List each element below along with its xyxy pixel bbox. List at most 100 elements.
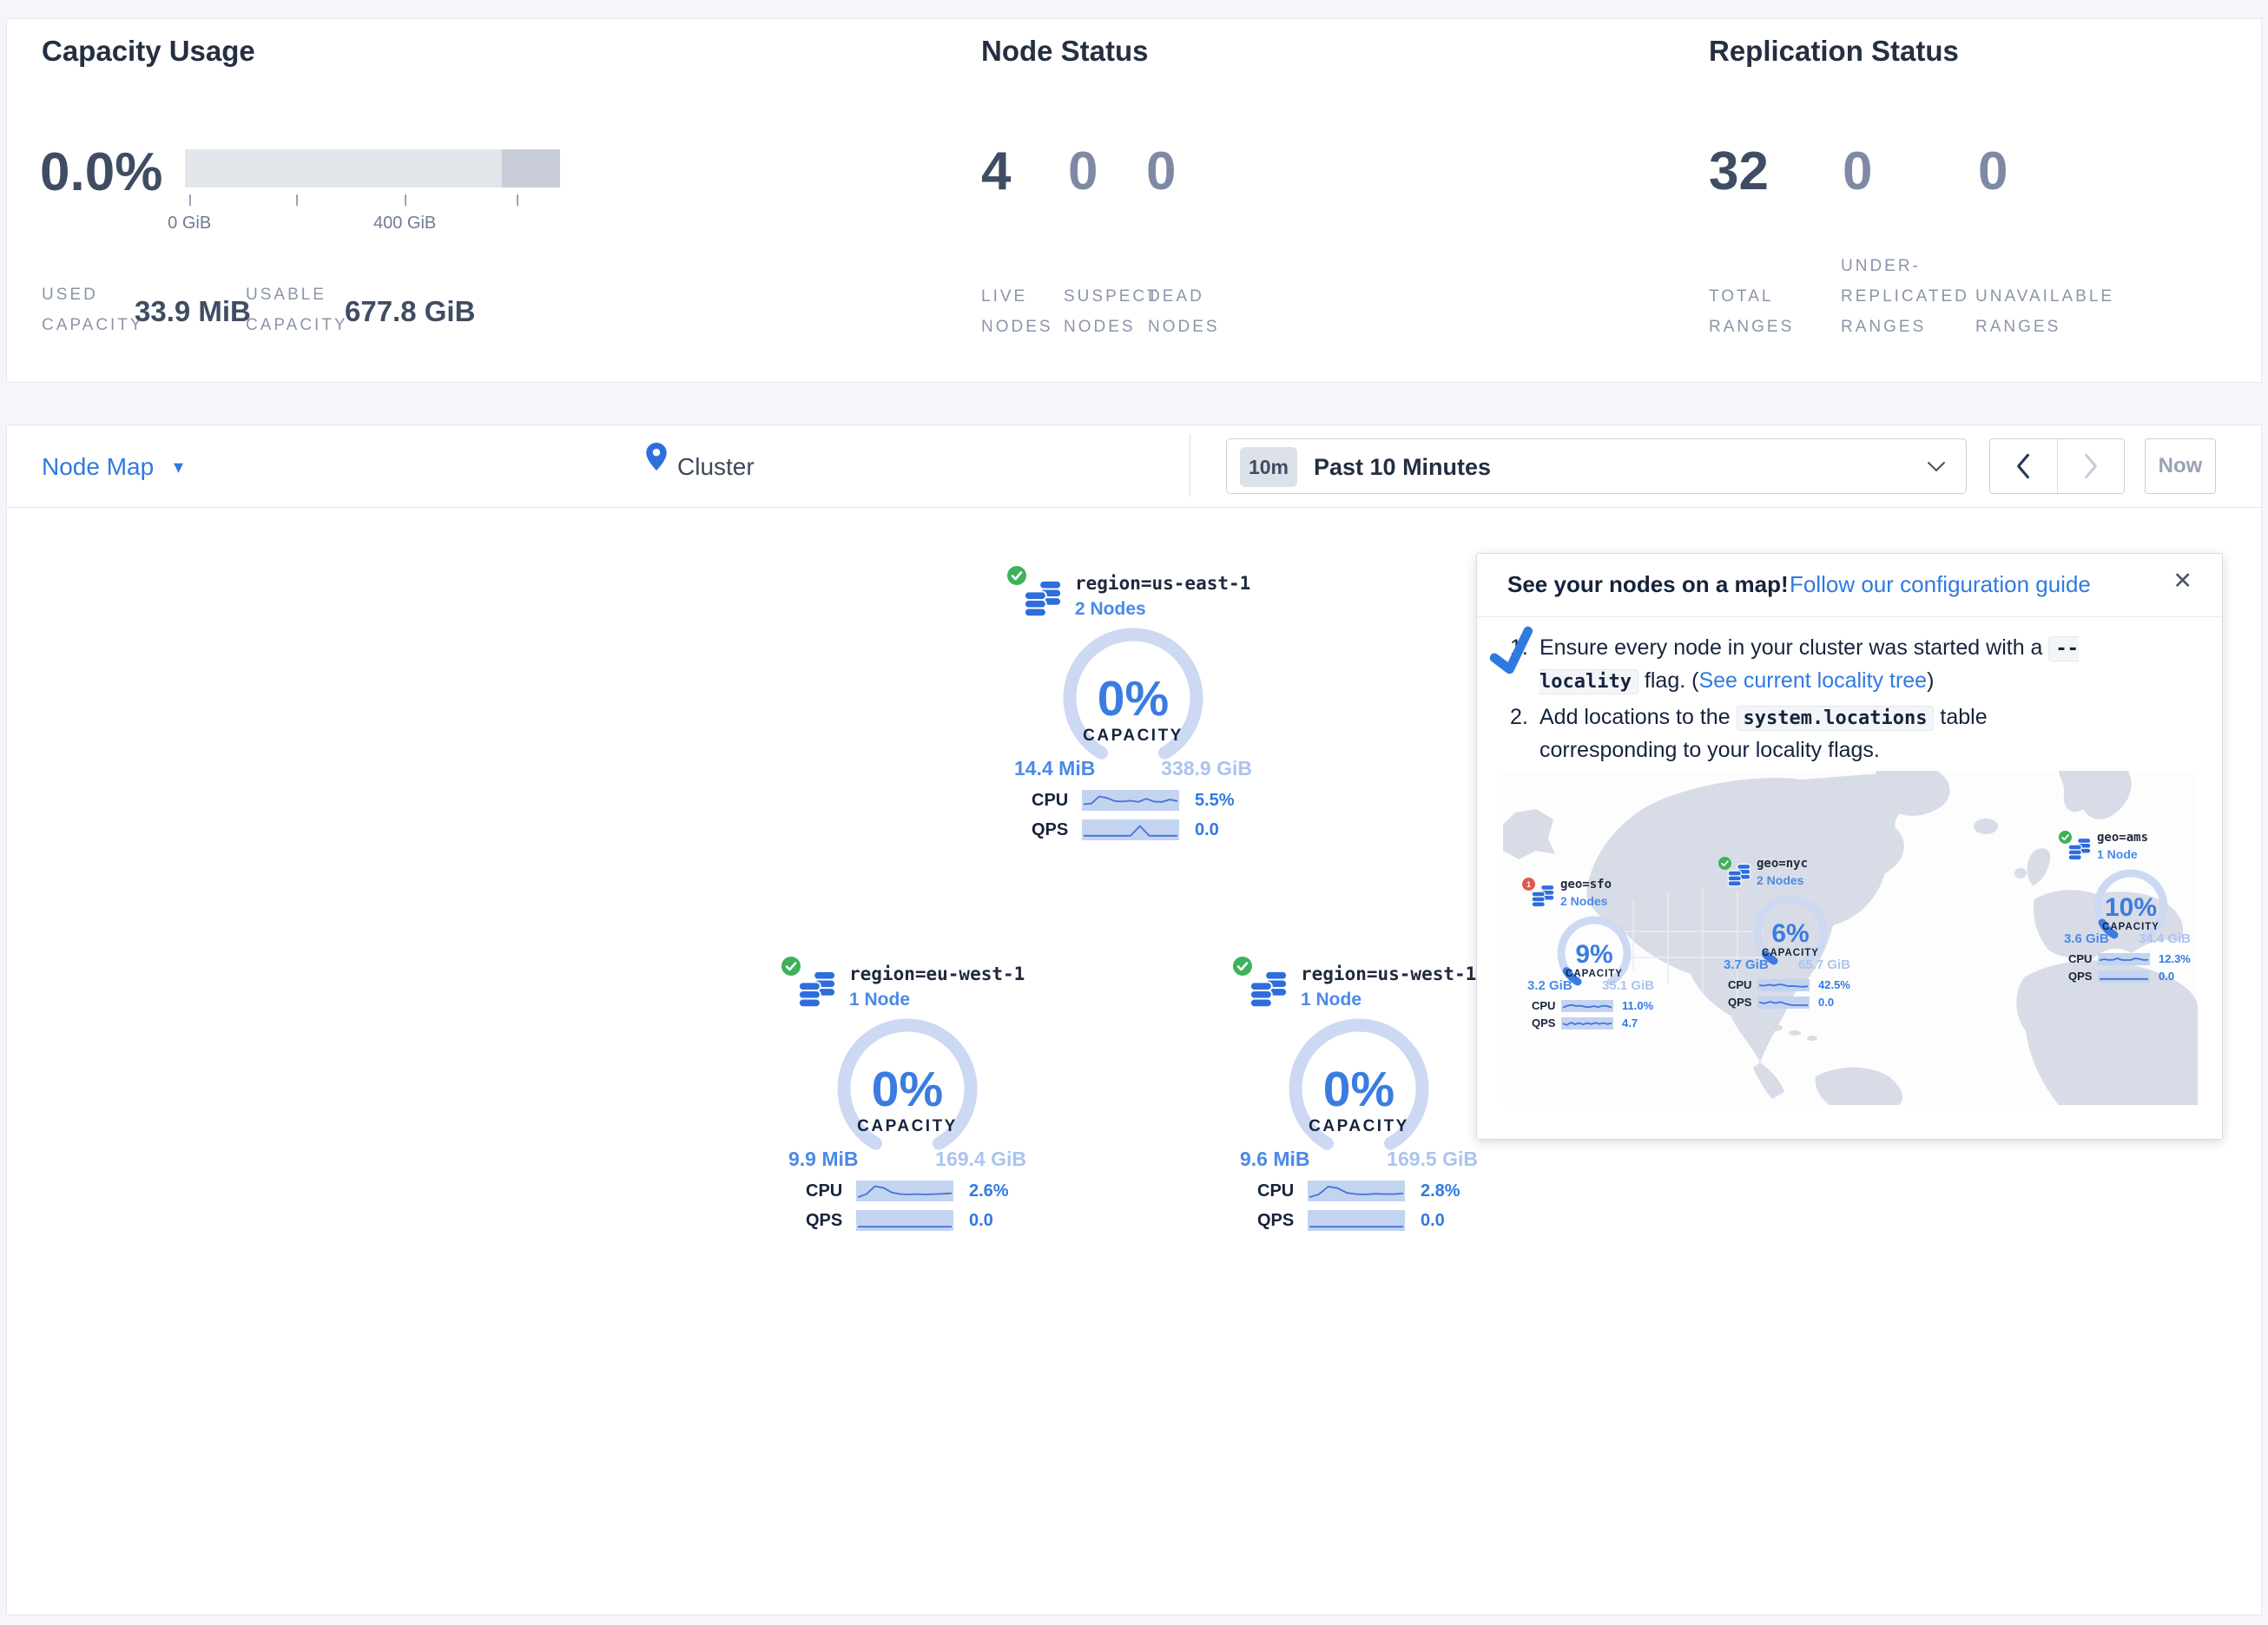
node-count[interactable]: 2 Nodes bbox=[1075, 599, 1146, 620]
capacity-values: 14.4 MiB338.9 GiB bbox=[1014, 757, 1252, 780]
sparkline-chart bbox=[2098, 970, 2150, 983]
capacity-gauge: 0%CAPACITY bbox=[1263, 1016, 1454, 1162]
breadcrumb[interactable]: Cluster bbox=[677, 453, 755, 481]
database-nodes-icon bbox=[2067, 838, 2092, 862]
database-nodes-icon bbox=[1727, 864, 1751, 888]
check-icon bbox=[1484, 623, 1541, 684]
time-range-label: Past 10 Minutes bbox=[1314, 454, 1491, 481]
qps-value: 0.0 bbox=[1195, 820, 1219, 840]
inline-code: system.locations bbox=[1737, 706, 1935, 731]
locality-card-region-eu-west-1[interactable]: region=eu-west-11 Node0%CAPACITY9.9 MiB1… bbox=[781, 955, 1033, 1241]
total-value: 169.4 GiB bbox=[935, 1148, 1026, 1171]
qps-row: QPS0.0 bbox=[806, 1210, 993, 1231]
used-value: 9.6 MiB bbox=[1240, 1148, 1310, 1171]
chevron-down-icon bbox=[1927, 461, 1946, 477]
gauge-percent: 9% bbox=[1575, 940, 1612, 969]
cpu-row: CPU11.0% bbox=[1532, 999, 1653, 1012]
database-nodes-icon bbox=[1727, 864, 1751, 892]
gauge-capacity-word: CAPACITY bbox=[857, 1117, 958, 1135]
axis-tick bbox=[296, 194, 298, 206]
qps-label: QPS bbox=[2068, 970, 2098, 983]
locality-name: geo=sfo bbox=[1560, 878, 1612, 891]
used-capacity-label: USEDCAPACITY bbox=[42, 280, 144, 340]
map-config-popup: See your nodes on a map! Follow our conf… bbox=[1476, 553, 2223, 1140]
qps-label: QPS bbox=[1257, 1211, 1308, 1231]
capacity-values: 9.9 MiB169.4 GiB bbox=[788, 1148, 1026, 1171]
configuration-guide-link[interactable]: Follow our configuration guide bbox=[1790, 571, 2091, 598]
qps-value: 0.0 bbox=[1818, 996, 1834, 1009]
stat-value: 4 bbox=[981, 145, 1011, 199]
locality-card-geo-sfo[interactable]: 1geo=sfo2 Nodes9%CAPACITY3.2 GiB35.1 GiB… bbox=[1522, 872, 1661, 1033]
node-count[interactable]: 1 Node bbox=[849, 990, 910, 1010]
usable-capacity-label: USABLECAPACITY bbox=[246, 280, 348, 340]
locality-card-geo-ams[interactable]: geo=ams1 Node10%CAPACITY3.6 GiB34.4 GiBC… bbox=[2059, 826, 2198, 986]
cpu-label: CPU bbox=[1032, 791, 1082, 811]
locality-tree-link[interactable]: See current locality tree bbox=[1698, 668, 1927, 693]
node-count[interactable]: 1 Node bbox=[1301, 990, 1361, 1010]
locality-card-region-us-east-1[interactable]: region=us-east-12 Nodes0%CAPACITY14.4 Mi… bbox=[1007, 564, 1259, 851]
qps-label: QPS bbox=[1032, 820, 1082, 840]
qps-value: 0.0 bbox=[1421, 1211, 1445, 1231]
map-pin-icon bbox=[646, 443, 667, 475]
stat-value: 0 bbox=[1146, 145, 1176, 199]
qps-row: QPS0.0 bbox=[1728, 996, 1834, 1009]
used-value: 3.6 GiB bbox=[2064, 931, 2109, 946]
popup-step-1: 1.Ensure every node in your cluster was … bbox=[1510, 632, 2126, 698]
node-status-title: Node Status bbox=[981, 35, 1149, 68]
axis-tick bbox=[517, 194, 518, 206]
time-forward-button[interactable] bbox=[2057, 439, 2125, 493]
qps-value: 4.7 bbox=[1622, 1016, 1638, 1030]
gauge-percent: 10% bbox=[2105, 893, 2157, 922]
qps-value: 0.0 bbox=[2159, 970, 2174, 983]
node-count[interactable]: 2 Nodes bbox=[1560, 894, 1607, 908]
gauge-percent: 0% bbox=[1323, 1062, 1394, 1117]
total-value: 34.4 GiB bbox=[2139, 931, 2191, 946]
sparkline-chart bbox=[856, 1181, 953, 1201]
close-icon[interactable]: ✕ bbox=[2172, 568, 2192, 595]
popup-header-divider bbox=[1477, 616, 2222, 617]
stat-value: 0 bbox=[1068, 145, 1098, 199]
sparkline-chart bbox=[1082, 819, 1179, 840]
locality-card-geo-nyc[interactable]: geo=nyc2 Nodes6%CAPACITY3.7 GiB65.7 GiBC… bbox=[1718, 852, 1857, 1012]
gauge-capacity-word: CAPACITY bbox=[1083, 727, 1183, 745]
total-value: 169.5 GiB bbox=[1387, 1148, 1478, 1171]
axis-tick bbox=[189, 194, 191, 206]
popup-step-2: 2.Add locations to the system.locations … bbox=[1510, 701, 2126, 766]
cpu-value: 12.3% bbox=[2159, 952, 2191, 965]
time-range-dropdown[interactable]: 10m Past 10 Minutes bbox=[1226, 438, 1967, 494]
database-nodes-icon bbox=[1531, 885, 1555, 913]
sparkline-chart bbox=[2098, 953, 2150, 965]
step-text: Add locations to the system.locations ta… bbox=[1539, 701, 2126, 766]
sparkline-chart bbox=[1561, 1017, 1613, 1030]
cpu-label: CPU bbox=[2068, 952, 2098, 965]
stat-label: SUSPECTNODES bbox=[1064, 281, 1160, 342]
sparkline-chart bbox=[856, 1210, 953, 1231]
cpu-row: CPU42.5% bbox=[1728, 978, 1850, 991]
chevron-down-icon[interactable]: ▾ bbox=[174, 456, 183, 478]
toolbar-divider bbox=[7, 507, 2261, 508]
cpu-row: CPU2.8% bbox=[1257, 1181, 1460, 1201]
qps-row: QPS4.7 bbox=[1532, 1016, 1638, 1030]
node-count[interactable]: 1 Node bbox=[2097, 847, 2138, 861]
sparkline-chart bbox=[1082, 790, 1179, 811]
used-value: 3.7 GiB bbox=[1724, 957, 1769, 972]
capacity-values: 3.7 GiB65.7 GiB bbox=[1724, 957, 1850, 972]
cpu-label: CPU bbox=[1532, 999, 1561, 1012]
capacity-values: 3.6 GiB 34.4 GiB bbox=[2064, 931, 2191, 946]
now-button[interactable]: Now bbox=[2145, 438, 2216, 494]
cpu-row: CPU5.5% bbox=[1032, 790, 1235, 811]
database-nodes-icon bbox=[797, 970, 837, 1015]
time-back-button[interactable] bbox=[1990, 439, 2057, 493]
qps-row: QPS 0.0 bbox=[2068, 970, 2174, 983]
qps-value: 0.0 bbox=[969, 1211, 993, 1231]
cpu-value: 2.8% bbox=[1421, 1181, 1460, 1201]
step-text-segment: flag. ( bbox=[1638, 668, 1698, 693]
stat-label: UNAVAILABLERANGES bbox=[1975, 281, 2114, 342]
locality-card-region-us-west-1[interactable]: region=us-west-11 Node0%CAPACITY9.6 MiB1… bbox=[1233, 955, 1485, 1241]
gauge-percent: 0% bbox=[1098, 671, 1169, 727]
view-selector[interactable]: Node Map bbox=[42, 453, 154, 481]
database-nodes-icon bbox=[1531, 885, 1555, 909]
popup-title: See your nodes on a map! bbox=[1507, 571, 1789, 598]
node-count[interactable]: 2 Nodes bbox=[1757, 873, 1803, 887]
capacity-percent: 0.0% bbox=[40, 146, 162, 200]
